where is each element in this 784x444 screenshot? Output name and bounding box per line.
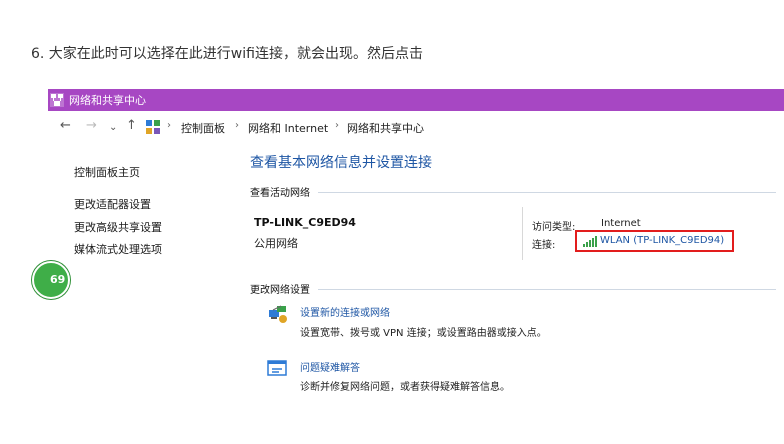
troubleshoot-icon bbox=[267, 360, 287, 376]
breadcrumb-control-panel[interactable]: 控制面板 bbox=[181, 120, 225, 136]
wifi-signal-icon bbox=[583, 236, 597, 247]
control-panel-icon bbox=[146, 120, 160, 134]
setup-new-connection-desc: 设置宽带、拨号或 VPN 连接；或设置路由器或接入点。 bbox=[300, 328, 547, 339]
breadcrumb-separator: › bbox=[167, 120, 171, 131]
section-divider bbox=[318, 289, 776, 290]
troubleshoot-desc: 诊断并修复网络问题，或者获得疑难解答信息。 bbox=[300, 382, 510, 393]
breadcrumb-network-internet[interactable]: 网络和 Internet bbox=[248, 120, 328, 136]
wlan-connection-link[interactable]: WLAN (TP-LINK_C9ED94) bbox=[600, 235, 724, 246]
window-title: 网络和共享中心 bbox=[69, 94, 146, 107]
access-type-label: 访问类型: bbox=[532, 222, 576, 233]
network-center-icon bbox=[50, 93, 64, 107]
chevron-down-icon[interactable]: ⌄ bbox=[109, 121, 117, 135]
change-settings-label: 更改网络设置 bbox=[250, 285, 310, 296]
floating-badge[interactable]: 69 bbox=[32, 261, 70, 299]
nav-control-panel-home[interactable]: 控制面板主页 bbox=[74, 164, 140, 180]
network-name: TP-LINK_C9ED94 bbox=[254, 216, 356, 229]
breadcrumb-network-center[interactable]: 网络和共享中心 bbox=[347, 120, 424, 136]
network-type: 公用网络 bbox=[254, 237, 298, 250]
forward-arrow-icon[interactable]: → bbox=[86, 119, 97, 133]
vertical-divider bbox=[522, 207, 523, 260]
access-type-value: Internet bbox=[601, 218, 641, 229]
breadcrumb-separator: › bbox=[335, 120, 339, 131]
setup-new-connection-link[interactable]: 设置新的连接或网络 bbox=[300, 304, 390, 319]
new-connection-icon bbox=[269, 305, 287, 323]
nav-change-adapter-settings[interactable]: 更改适配器设置 bbox=[74, 196, 151, 212]
connection-label: 连接: bbox=[532, 240, 556, 251]
step-caption: 6. 大家在此时可以选择在此进行wifi连接，就会出现。然后点击 bbox=[31, 46, 423, 62]
nav-media-streaming[interactable]: 媒体流式处理选项 bbox=[74, 241, 162, 257]
up-arrow-icon[interactable]: ↑ bbox=[126, 119, 137, 133]
section-divider bbox=[318, 192, 776, 193]
back-arrow-icon[interactable]: ← bbox=[60, 119, 71, 133]
active-networks-label: 查看活动网络 bbox=[250, 188, 310, 199]
network-sharing-center-window: 网络和共享中心 ← → ⌄ ↑ › 控制面板 › 网络和 Internet › … bbox=[48, 89, 784, 401]
nav-change-advanced-sharing[interactable]: 更改高级共享设置 bbox=[74, 219, 162, 235]
address-bar: ← → ⌄ ↑ › 控制面板 › 网络和 Internet › 网络和共享中心 bbox=[48, 116, 784, 138]
title-bar: 网络和共享中心 bbox=[48, 89, 784, 111]
troubleshoot-link[interactable]: 问题疑难解答 bbox=[300, 359, 360, 374]
breadcrumb-separator: › bbox=[235, 120, 239, 131]
page-title: 查看基本网络信息并设置连接 bbox=[250, 155, 432, 171]
